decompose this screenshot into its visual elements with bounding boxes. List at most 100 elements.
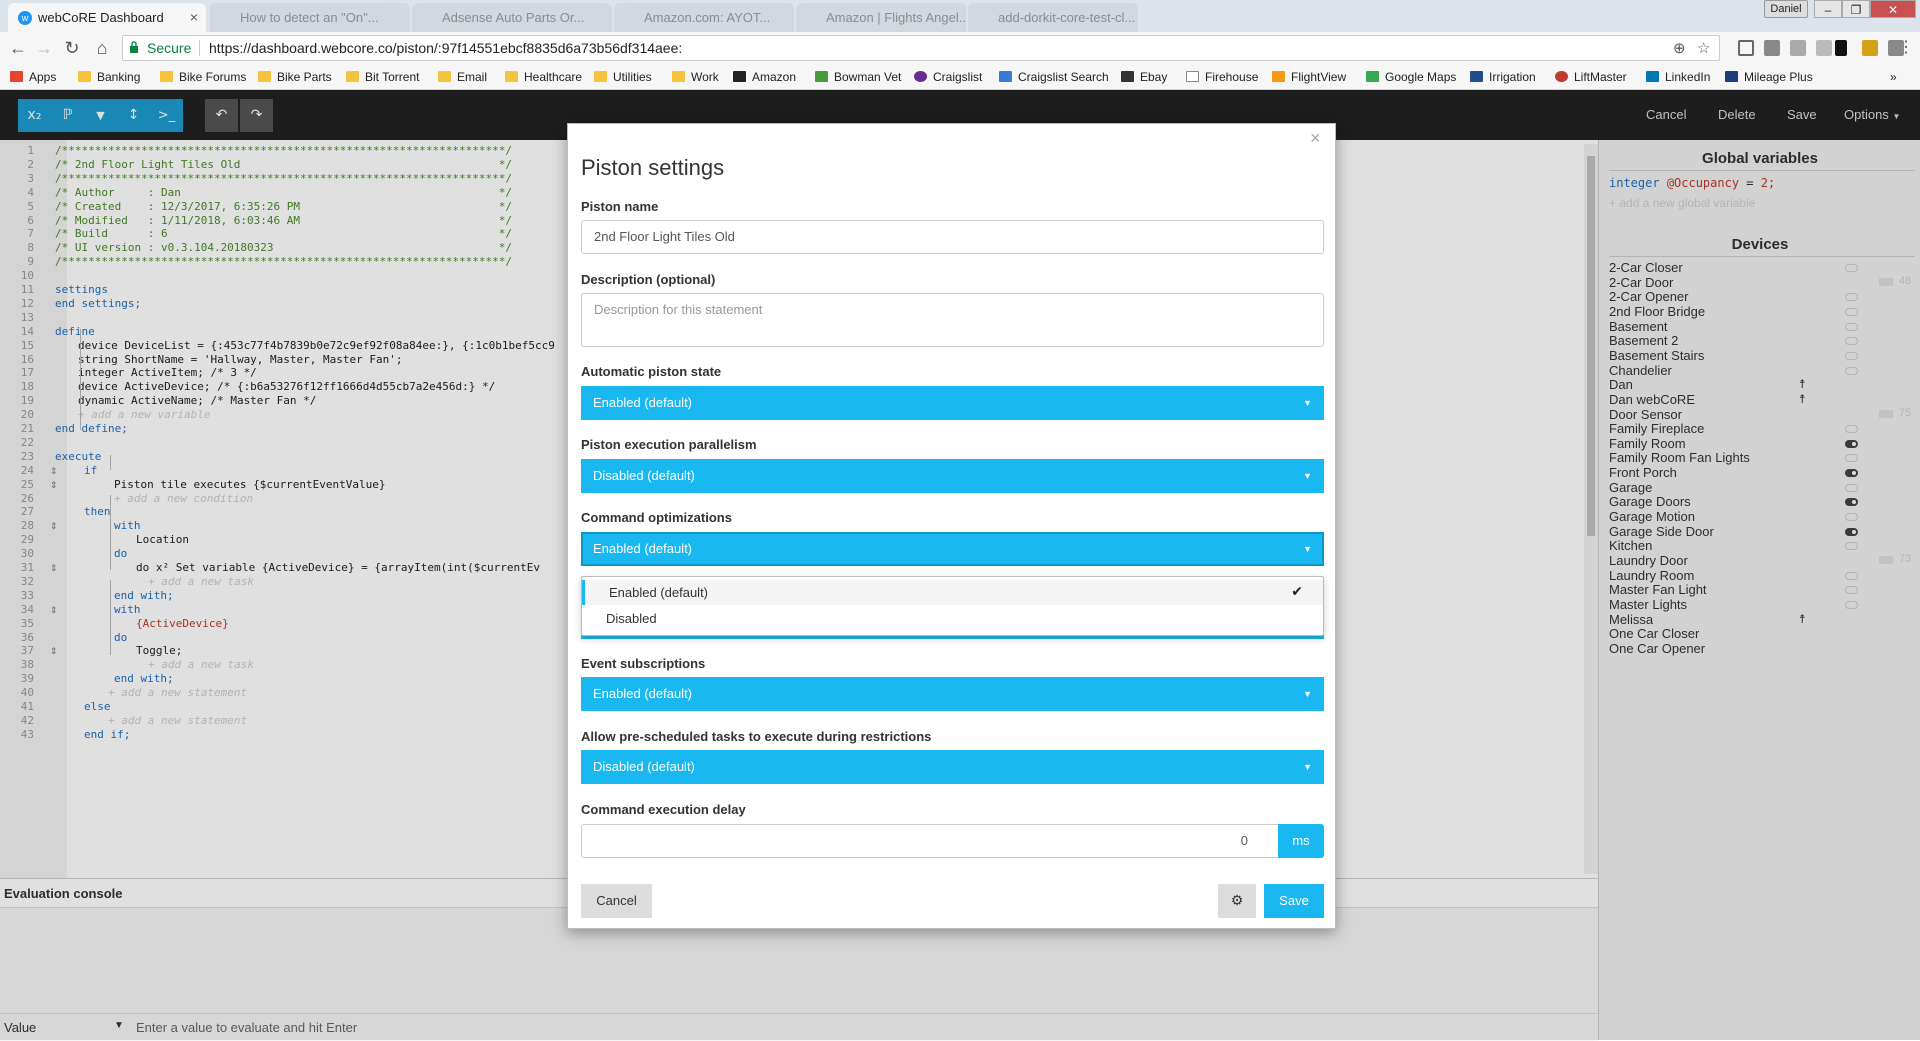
bookmarks-bar: Apps Banking Bike Forums Bike Parts Bit … [0, 64, 1920, 90]
bookmark-irrigation[interactable]: Irrigation [1470, 69, 1536, 85]
bookmark-star-icon[interactable]: ☆ [1697, 39, 1710, 57]
caret-down-icon: ▼ [1303, 689, 1312, 699]
extension-icon[interactable] [1816, 40, 1832, 56]
checkmark-icon: ✔ [1291, 584, 1303, 600]
bookmark-flightview[interactable]: FlightView [1272, 69, 1346, 85]
piston-name-label: Piston name [581, 199, 659, 214]
liftmaster-icon [1555, 71, 1568, 82]
extension-icon[interactable] [1764, 40, 1780, 56]
piston-name-input[interactable]: 2nd Floor Light Tiles Old [581, 220, 1324, 254]
bookmark-apps[interactable]: Apps [10, 69, 56, 85]
description-textarea[interactable] [581, 293, 1324, 347]
bookmark-liftmaster[interactable]: LiftMaster [1555, 69, 1627, 85]
back-icon[interactable]: ← [8, 38, 28, 58]
tab-inactive-3[interactable]: Amazon.com: AYOT... [614, 3, 794, 32]
mileage-plus-icon [1725, 71, 1738, 82]
command-optimizations-select[interactable]: Enabled (default) ▼ [581, 532, 1324, 566]
browser-menu-icon[interactable]: ⋮ [1896, 38, 1916, 58]
bookmark-folder[interactable]: Healthcare [505, 69, 582, 85]
extension-icon[interactable] [1790, 40, 1806, 56]
bookmark-amazon[interactable]: Amazon [733, 69, 796, 85]
piston-settings-dialog: × Piston settings Piston name 2nd Floor … [567, 123, 1336, 929]
command-delay-input[interactable]: 0 [581, 824, 1278, 858]
restore-icon[interactable]: ❐ [1842, 0, 1870, 18]
folder-icon [78, 71, 91, 82]
home-icon[interactable]: ⌂ [92, 38, 112, 58]
event-subscriptions-label: Event subscriptions [581, 656, 706, 671]
extension-icon[interactable] [1862, 40, 1878, 56]
bookmark-firehouse[interactable]: Firehouse [1186, 69, 1258, 85]
bookmark-folder[interactable]: Bit Torrent [346, 69, 419, 85]
secure-label: Secure [147, 40, 192, 56]
linkedin-icon [1646, 71, 1659, 82]
caret-down-icon: ▼ [1303, 471, 1312, 481]
bookmark-craigslist-search[interactable]: Craigslist Search [999, 69, 1109, 85]
bookmark-mileage-plus[interactable]: Mileage Plus [1725, 69, 1813, 85]
folder-icon [505, 71, 518, 82]
tab-inactive-4[interactable]: Amazon | Flights Angel... [796, 3, 966, 32]
parallelism-select[interactable]: Disabled (default) ▼ [581, 459, 1324, 493]
browser-tab-strip: w webCoRE Dashboard × How to detect an "… [0, 0, 1920, 32]
tab-inactive-5[interactable]: add-dorkit-core-test-cl... [968, 3, 1138, 32]
prescheduled-tasks-select[interactable]: Disabled (default) ▼ [581, 750, 1324, 784]
auto-state-select[interactable]: Enabled (default) ▼ [581, 386, 1324, 420]
cast-icon[interactable] [1738, 40, 1754, 56]
reload-icon[interactable]: ↻ [62, 38, 82, 58]
bookmark-folder[interactable]: Email [438, 69, 487, 85]
parallelism-label: Piston execution parallelism [581, 437, 757, 452]
tab-inactive-1[interactable]: How to detect an "On"... [210, 3, 410, 32]
amazon-icon [733, 71, 746, 82]
auto-state-label: Automatic piston state [581, 364, 722, 379]
bookmark-folder[interactable]: Bike Parts [258, 69, 332, 85]
command-delay-label: Command execution delay [581, 802, 746, 817]
close-tab-icon[interactable]: × [190, 3, 198, 32]
lock-icon [130, 41, 138, 53]
irrigation-icon [1470, 71, 1483, 82]
dialog-title: Piston settings [581, 155, 725, 180]
peace-icon [914, 71, 927, 82]
divider [199, 40, 200, 56]
folder-icon [594, 71, 607, 82]
prescheduled-tasks-label: Allow pre-scheduled tasks to execute dur… [581, 729, 932, 744]
dropdown-option-enabled[interactable]: Enabled (default) ✔ [582, 580, 1323, 605]
description-label: Description (optional) [581, 272, 716, 287]
bookmark-linkedin[interactable]: LinkedIn [1646, 69, 1710, 85]
url-text[interactable]: https://dashboard.webcore.co/piston/:97f… [209, 36, 682, 60]
forward-icon[interactable]: → [34, 38, 54, 58]
bookmark-folder[interactable]: Banking [78, 69, 140, 85]
folder-icon [258, 71, 271, 82]
minimize-icon[interactable]: – [1814, 0, 1842, 18]
window-close-icon[interactable]: ✕ [1870, 0, 1916, 18]
bookmark-folder[interactable]: Bike Forums [160, 69, 246, 85]
page-icon [1186, 71, 1199, 82]
bookmark-flag-icon[interactable] [1835, 40, 1847, 56]
craigslist-search-icon [999, 71, 1012, 82]
event-subscriptions-select[interactable]: Enabled (default) ▼ [581, 677, 1324, 711]
gear-icon[interactable]: ⚙ [1218, 884, 1256, 918]
bookmark-ebay[interactable]: Ebay [1121, 69, 1167, 85]
tab-title: webCoRE Dashboard [38, 10, 164, 25]
address-bar[interactable]: Secure https://dashboard.webcore.co/pist… [122, 35, 1720, 61]
tab-webcore-dashboard[interactable]: w webCoRE Dashboard × [8, 3, 206, 32]
dialog-save-button[interactable]: Save [1264, 884, 1324, 918]
bookmark-folder[interactable]: Work [672, 69, 719, 85]
folder-icon [160, 71, 173, 82]
bookmark-bowman-vet[interactable]: Bowman Vet [815, 69, 901, 85]
bookmark-google-maps[interactable]: Google Maps [1366, 69, 1456, 85]
dialog-cancel-button[interactable]: Cancel [581, 884, 652, 918]
dropdown-option-disabled[interactable]: Disabled [582, 606, 1323, 631]
command-optimizations-dropdown: Enabled (default) ✔ Disabled [581, 576, 1324, 636]
location-target-icon[interactable]: ⊕ [1673, 39, 1686, 57]
ebay-icon [1121, 71, 1134, 82]
bookmark-craigslist[interactable]: Craigslist [914, 69, 982, 85]
tab-inactive-2[interactable]: Adsense Auto Parts Or... [412, 3, 612, 32]
bowman-vet-icon [815, 71, 828, 82]
google-maps-icon [1366, 71, 1379, 82]
browser-user-badge[interactable]: Daniel [1764, 0, 1808, 18]
caret-down-icon: ▼ [1303, 398, 1312, 408]
bookmark-folder[interactable]: Utilities [594, 69, 652, 85]
close-icon[interactable]: × [1310, 128, 1321, 149]
webcore-favicon-icon: w [18, 11, 32, 25]
more-bookmarks-icon[interactable]: » [1890, 69, 1897, 85]
folder-icon [438, 71, 451, 82]
